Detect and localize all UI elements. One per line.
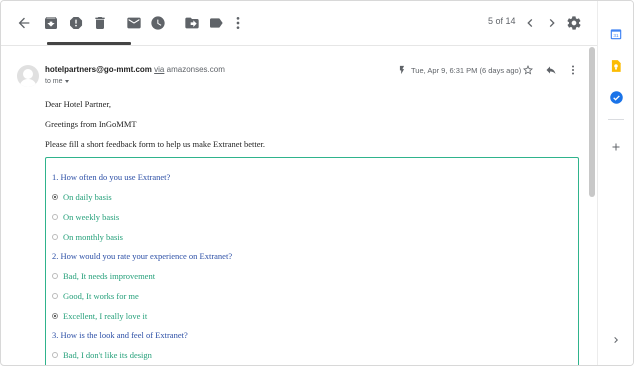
tasks-icon[interactable] xyxy=(607,88,625,106)
option-label: On weekly basis xyxy=(63,212,120,222)
option-label: On monthly basis xyxy=(63,232,123,242)
via-label[interactable]: via xyxy=(154,65,164,74)
question-1: 1. How often do you use Extranet? xyxy=(52,172,171,182)
sender-email[interactable]: hotelpartners@go-mmt.com xyxy=(45,65,152,74)
side-panel: 31 xyxy=(597,1,633,365)
option-label: On daily basis xyxy=(63,192,112,202)
label-icon[interactable] xyxy=(207,14,225,32)
settings-icon[interactable] xyxy=(565,14,583,32)
move-to-icon[interactable] xyxy=(183,14,201,32)
radio-selected-icon[interactable] xyxy=(52,194,58,200)
option-label: Excellent, I really love it xyxy=(63,311,148,321)
option-daily[interactable]: On daily basis xyxy=(52,192,112,202)
message-date: Tue, Apr 9, 6:31 PM (6 days ago) xyxy=(411,65,522,75)
svg-text:31: 31 xyxy=(613,33,619,38)
archive-icon[interactable] xyxy=(42,14,60,32)
recipient-label: to me xyxy=(45,78,63,85)
next-icon[interactable] xyxy=(543,14,561,32)
option-bad[interactable]: Bad, It needs improvement xyxy=(52,271,155,281)
message-meta: Tue, Apr 9, 6:31 PM (6 days ago) xyxy=(397,65,521,75)
question-2: 2. How would you rate your experience on… xyxy=(52,251,233,261)
star-icon[interactable] xyxy=(521,63,535,77)
keep-icon[interactable] xyxy=(607,57,625,75)
reply-icon[interactable] xyxy=(544,63,558,77)
option-good[interactable]: Good, It works for me xyxy=(52,291,139,301)
radio-icon[interactable] xyxy=(52,234,58,240)
avatar xyxy=(17,65,39,87)
intro-text: Greetings from InGoMMT xyxy=(45,119,137,129)
radio-icon[interactable] xyxy=(52,352,58,358)
option-excellent[interactable]: Excellent, I really love it xyxy=(52,311,147,321)
pager-count: 5 of 14 xyxy=(488,16,516,26)
feedback-form: 1. How often do you use Extranet? On dai… xyxy=(45,157,579,365)
gmail-window: 5 of 14 hotelpartners@go-mmt.com via ama… xyxy=(0,0,634,366)
sender-line: hotelpartners@go-mmt.com via amazonses.c… xyxy=(45,65,225,74)
request-text: Please fill a short feedback form to hel… xyxy=(45,139,265,149)
option-weekly[interactable]: On weekly basis xyxy=(52,212,119,222)
more-vert-icon[interactable] xyxy=(229,14,247,32)
expand-panel-icon[interactable] xyxy=(607,331,625,349)
question-3: 3. How is the look and feel of Extranet? xyxy=(52,330,188,340)
radio-icon[interactable] xyxy=(52,293,58,299)
snooze-icon[interactable] xyxy=(149,14,167,32)
option-monthly[interactable]: On monthly basis xyxy=(52,232,123,242)
calendar-icon[interactable]: 31 xyxy=(607,25,625,43)
prev-icon[interactable] xyxy=(521,14,539,32)
rail-divider xyxy=(608,119,624,120)
option-label: Good, It works for me xyxy=(63,291,139,301)
back-arrow-icon[interactable] xyxy=(15,14,33,32)
subject-fragment xyxy=(47,39,137,45)
radio-selected-icon[interactable] xyxy=(52,313,58,319)
via-domain: amazonses.com xyxy=(166,65,225,74)
radio-icon[interactable] xyxy=(52,214,58,220)
message-more-icon[interactable] xyxy=(566,63,580,77)
recipient-dropdown[interactable]: to me xyxy=(45,78,69,85)
radio-icon[interactable] xyxy=(52,273,58,279)
chevron-down-icon xyxy=(64,79,69,83)
delete-icon[interactable] xyxy=(91,14,109,32)
lightning-icon xyxy=(399,65,405,75)
option-label: Bad, It needs improvement xyxy=(63,271,156,281)
report-spam-icon[interactable] xyxy=(67,14,85,32)
mark-unread-icon[interactable] xyxy=(125,14,143,32)
option-bad-design[interactable]: Bad, I don't like its design xyxy=(52,350,152,360)
add-addon-icon[interactable] xyxy=(607,138,625,156)
greeting-text: Dear Hotel Partner, xyxy=(45,99,111,109)
option-label: Bad, I don't like its design xyxy=(63,350,152,360)
scrollbar-thumb[interactable] xyxy=(589,47,595,197)
